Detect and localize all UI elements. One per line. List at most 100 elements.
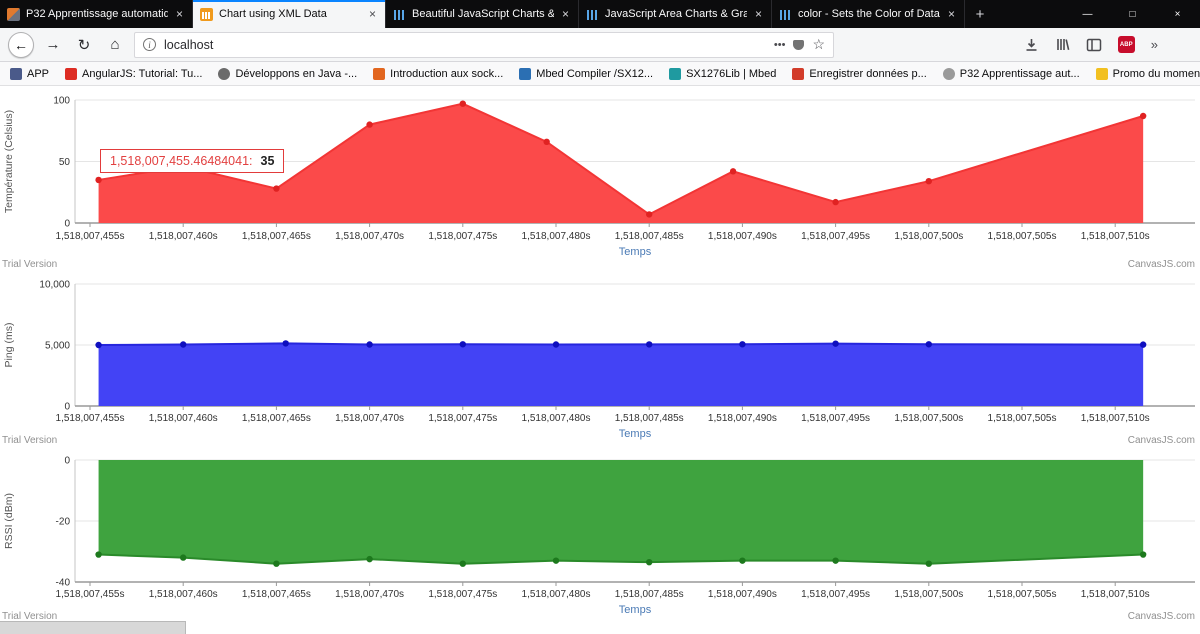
tab-color-data-series[interactable]: color - Sets the Color of Data S × — [772, 0, 965, 28]
tab-close-icon[interactable]: × — [753, 7, 764, 21]
data-point — [95, 177, 101, 183]
sidebar-icon[interactable] — [1086, 38, 1102, 52]
download-icon[interactable] — [1024, 37, 1039, 52]
bookmark-java[interactable]: Développons en Java -... — [218, 68, 357, 80]
bookmark-angularjs[interactable]: AngularJS: Tutorial: Tu... — [65, 68, 202, 80]
toolbar-right-cluster: ABP » — [1024, 36, 1192, 53]
bookmark-label: Promo du moment | IZY — [1113, 68, 1200, 80]
p32-favicon-icon — [7, 8, 20, 21]
tab-title: Beautiful JavaScript Charts & G — [412, 8, 554, 20]
tab-p32-apprentissage[interactable]: P32 Apprentissage automatique po× — [0, 0, 193, 28]
enregistrer-favicon-icon — [792, 68, 804, 80]
svg-text:1,518,007,480s: 1,518,007,480s — [522, 231, 591, 242]
pocket-icon[interactable] — [793, 40, 804, 50]
svg-text:1,518,007,490s: 1,518,007,490s — [708, 413, 777, 424]
svg-text:1,518,007,485s: 1,518,007,485s — [615, 589, 684, 600]
tab-close-icon[interactable]: × — [367, 7, 378, 21]
home-button[interactable]: ⌂ — [103, 33, 127, 57]
tooltip-value: 35 — [261, 154, 275, 168]
data-point — [95, 342, 101, 348]
data-point — [366, 121, 372, 127]
tooltip-label: 1,518,007,455.46484041: — [110, 154, 253, 168]
home-icon: ⌂ — [110, 36, 119, 53]
svg-text:-40: -40 — [56, 578, 71, 589]
library-icon[interactable] — [1055, 37, 1070, 52]
svg-text:1,518,007,465s: 1,518,007,465s — [242, 589, 311, 600]
sx-favicon-icon — [669, 68, 681, 80]
navigation-toolbar: ← → ↻ ⌂ i localhost ••• ☆ ABP » — [0, 28, 1200, 62]
svg-text:1,518,007,485s: 1,518,007,485s — [615, 231, 684, 242]
bookmark-label: Développons en Java -... — [235, 68, 357, 80]
svg-text:1,518,007,500s: 1,518,007,500s — [894, 589, 963, 600]
data-point — [273, 185, 279, 191]
svg-text:1,518,007,475s: 1,518,007,475s — [428, 589, 497, 600]
bookmark-label: P32 Apprentissage aut... — [960, 68, 1080, 80]
tab-close-icon[interactable]: × — [946, 7, 957, 21]
close-button[interactable]: × — [1155, 0, 1200, 28]
bookmark-label: Enregistrer données p... — [809, 68, 926, 80]
maximize-button[interactable]: □ — [1110, 0, 1155, 28]
svg-text:1,518,007,495s: 1,518,007,495s — [801, 589, 870, 600]
tab-beautiful-js-charts[interactable]: Beautiful JavaScript Charts & G × — [386, 0, 579, 28]
data-point — [832, 557, 838, 563]
data-point — [1140, 551, 1146, 557]
chart-favicon-icon — [779, 8, 792, 21]
svg-text:50: 50 — [59, 157, 71, 168]
bookmark-enregistrer[interactable]: Enregistrer données p... — [792, 68, 926, 80]
svg-text:0: 0 — [64, 456, 70, 467]
forward-button[interactable]: → — [41, 33, 65, 57]
abp-icon[interactable]: ABP — [1118, 36, 1135, 53]
data-point — [543, 139, 549, 145]
svg-text:RSSI (dBm): RSSI (dBm) — [3, 493, 15, 549]
p32b-favicon-icon — [943, 68, 955, 80]
new-tab-button[interactable]: + — [965, 0, 995, 28]
bookmark-label: APP — [27, 68, 49, 80]
tab-chart-using-xml-data[interactable]: Chart using XML Data × — [193, 0, 386, 28]
svg-text:1,518,007,470s: 1,518,007,470s — [335, 413, 404, 424]
bookmark-sockets[interactable]: Introduction aux sock... — [373, 68, 503, 80]
data-point — [646, 341, 652, 347]
svg-text:1,518,007,505s: 1,518,007,505s — [988, 413, 1057, 424]
svg-text:1,518,007,490s: 1,518,007,490s — [708, 589, 777, 600]
data-point — [273, 561, 279, 567]
svg-text:Temps: Temps — [619, 604, 652, 616]
svg-text:1,518,007,475s: 1,518,007,475s — [428, 231, 497, 242]
reload-button[interactable]: ↻ — [72, 33, 96, 57]
tab-js-area-charts[interactable]: JavaScript Area Charts & Graph× — [579, 0, 772, 28]
reload-icon: ↻ — [78, 36, 91, 54]
bookmark-app[interactable]: APP — [10, 68, 49, 80]
url-bar[interactable]: i localhost ••• ☆ — [134, 32, 834, 58]
page-content: 0501001,518,007,455s1,518,007,460s1,518,… — [0, 86, 1200, 634]
bookmark-star-icon[interactable]: ☆ — [812, 36, 825, 53]
bookmark-p32[interactable]: P32 Apprentissage aut... — [943, 68, 1080, 80]
mbed-favicon-icon — [519, 68, 531, 80]
svg-text:1,518,007,500s: 1,518,007,500s — [894, 231, 963, 242]
svg-text:1,518,007,455s: 1,518,007,455s — [56, 231, 125, 242]
chart-tooltip: 1,518,007,455.46484041: 35 — [100, 149, 284, 173]
url-text[interactable]: localhost — [164, 38, 766, 52]
svg-text:1,518,007,455s: 1,518,007,455s — [56, 589, 125, 600]
minimize-button[interactable]: — — [1065, 0, 1110, 28]
tab-title: color - Sets the Color of Data S — [798, 8, 940, 20]
forward-icon: → — [46, 36, 61, 53]
bookmark-izy[interactable]: Promo du moment | IZY — [1096, 68, 1200, 80]
data-point — [553, 341, 559, 347]
data-point — [283, 340, 289, 346]
page-actions-icon[interactable]: ••• — [774, 39, 786, 51]
svg-text:1,518,007,465s: 1,518,007,465s — [242, 413, 311, 424]
overflow-chevron-icon[interactable]: » — [1151, 37, 1158, 52]
tab-close-icon[interactable]: × — [560, 7, 571, 21]
bookmark-mbed-compiler[interactable]: Mbed Compiler /SX12... — [519, 68, 653, 80]
data-point — [553, 557, 559, 563]
tab-close-icon[interactable]: × — [174, 7, 185, 21]
bookmark-sx1276lib[interactable]: SX1276Lib | Mbed — [669, 68, 776, 80]
bookmarks-bar: APP AngularJS: Tutorial: Tu... Développons… — [0, 62, 1200, 86]
back-button[interactable]: ← — [8, 32, 34, 58]
svg-text:1,518,007,455s: 1,518,007,455s — [56, 413, 125, 424]
svg-text:Trial Version: Trial Version — [2, 435, 57, 446]
svg-text:1,518,007,480s: 1,518,007,480s — [522, 589, 591, 600]
site-info-icon[interactable]: i — [143, 38, 156, 51]
data-point — [1140, 341, 1146, 347]
bookmark-label: AngularJS: Tutorial: Tu... — [82, 68, 202, 80]
tab-title: Chart using XML Data — [219, 8, 361, 20]
